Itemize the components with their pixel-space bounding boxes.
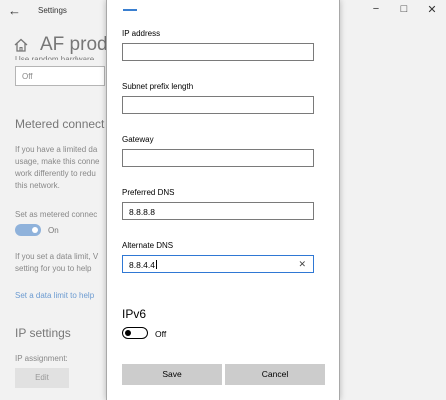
random-hardware-dropdown[interactable]: Off (15, 66, 105, 86)
scroll-indicator (123, 9, 137, 11)
window-title: Settings (38, 6, 67, 15)
subnet-prefix-input[interactable] (122, 96, 314, 114)
data-limit-link[interactable]: Set a data limit to help (15, 291, 94, 300)
save-button[interactable]: Save (122, 364, 222, 385)
clipped-text: Use random hardware (15, 55, 95, 60)
data-limit-description: If you set a data limit, V setting for y… (15, 252, 99, 273)
edit-button[interactable]: Edit (15, 368, 69, 388)
maximize-icon[interactable]: □ (394, 3, 414, 15)
alternate-dns-value: 8.8.4.4 (129, 260, 155, 270)
ip-address-input[interactable] (122, 43, 314, 61)
clear-input-icon[interactable]: ✕ (298, 259, 306, 270)
preferred-dns-label: Preferred DNS (122, 188, 175, 197)
set-metered-label: Set as metered connec (15, 210, 98, 219)
alternate-dns-label: Alternate DNS (122, 241, 174, 250)
subnet-prefix-label: Subnet prefix length (122, 82, 194, 91)
ipv6-toggle-state: Off (155, 329, 167, 339)
ipv6-toggle[interactable] (122, 327, 148, 339)
close-icon[interactable]: ✕ (422, 3, 442, 16)
edit-ip-settings-dialog: IP address Subnet prefix length Gateway … (106, 0, 340, 400)
metered-toggle-label: On (48, 226, 59, 235)
preferred-dns-input[interactable]: 8.8.8.8 (122, 202, 314, 220)
gateway-input[interactable] (122, 149, 314, 167)
home-icon[interactable] (14, 38, 28, 52)
metered-toggle[interactable] (15, 224, 41, 236)
cancel-button[interactable]: Cancel (225, 364, 325, 385)
back-arrow-icon[interactable]: ← (8, 3, 21, 18)
ip-assignment-label: IP assignment: (15, 354, 68, 363)
metered-connection-heading: Metered connect (15, 117, 105, 131)
text-caret (156, 260, 157, 269)
ip-address-label: IP address (122, 29, 161, 38)
ipv6-heading: IPv6 (122, 307, 147, 321)
gateway-label: Gateway (122, 135, 154, 144)
minimize-icon[interactable]: − (366, 3, 386, 15)
alternate-dns-input[interactable]: 8.8.4.4 ✕ (122, 255, 314, 273)
ip-settings-heading: IP settings (15, 326, 71, 340)
metered-description: If you have a limited da usage, make thi… (15, 145, 100, 190)
